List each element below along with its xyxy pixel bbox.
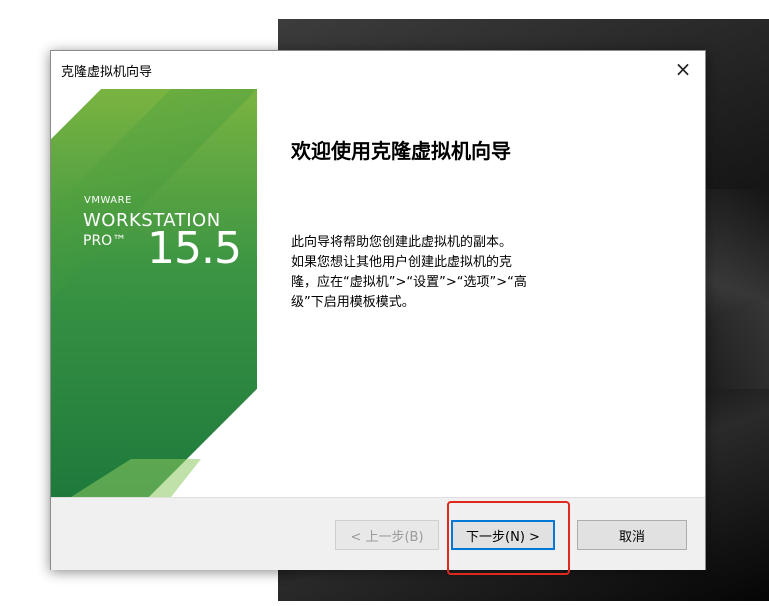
banner-graphic [51, 89, 257, 497]
annotation-highlight-box [447, 501, 570, 575]
cancel-button[interactable]: 取消 [577, 520, 687, 550]
description-line: 隆，应在“虚拟机”>“设置”>“选项”>“高 [291, 275, 527, 290]
edition-label: PRO™ [83, 233, 127, 249]
wizard-description: 此向导将帮助您创建此虚拟机的副本。 如果您想让其他用户创建此虚拟机的克 隆，应在… [291, 233, 561, 313]
vmware-banner: VMWARE WORKSTATION PRO™ 15.5 [51, 89, 257, 497]
window-title: 克隆虚拟机向导 [61, 65, 153, 80]
description-line: 如果您想让其他用户创建此虚拟机的克 [291, 255, 513, 270]
wizard-heading: 欢迎使用克隆虚拟机向导 [291, 139, 511, 163]
back-button[interactable]: < 上一步(B) [335, 520, 439, 550]
close-icon[interactable]: × [661, 51, 705, 87]
description-line: 级”下启用模板模式。 [291, 295, 415, 310]
clone-wizard-dialog: 克隆虚拟机向导 × VMWARE WORKSTATION PRO™ 15.5 欢… [50, 50, 706, 570]
version-label: 15.5 [147, 223, 242, 274]
vendor-label: VMWARE [84, 195, 132, 206]
description-line: 此向导将帮助您创建此虚拟机的副本。 [291, 235, 513, 250]
button-bar: < 上一步(B) 下一步(N) > 取消 [51, 497, 705, 570]
titlebar: 克隆虚拟机向导 × [51, 51, 705, 89]
